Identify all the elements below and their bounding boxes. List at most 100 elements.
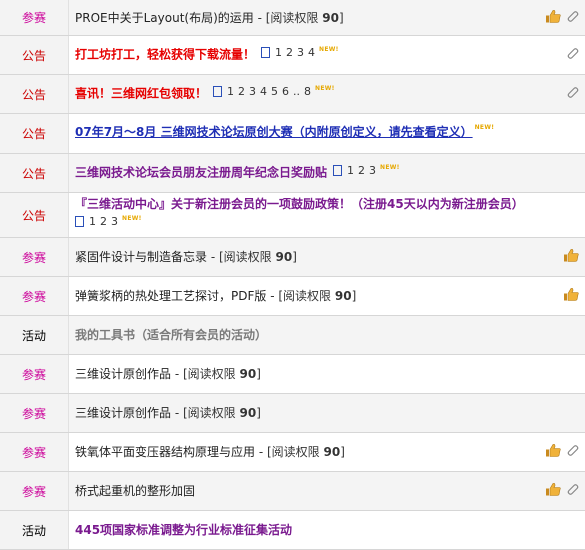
permission-label: - [阅读权限: [266, 289, 335, 303]
thread-category[interactable]: 参赛: [0, 238, 69, 276]
thread-title-cell: 445项国家标准调整为行业标准征集活动: [69, 511, 585, 549]
read-permission: - [阅读权限 90]: [171, 367, 261, 381]
page-link[interactable]: 1: [347, 162, 354, 180]
page-link[interactable]: 2: [100, 213, 107, 231]
thread-category[interactable]: 公告: [0, 193, 69, 237]
thread-row: 公告 『三维活动中心』关于新注册会员的一项鼓励政策！（注册45天以内为新注册会员）…: [0, 193, 585, 238]
page-link[interactable]: 2: [286, 44, 293, 62]
read-permission: - [阅读权限 90]: [255, 445, 345, 459]
permission-label: - [阅读权限: [171, 367, 240, 381]
thread-title-cell: 紧固件设计与制造备忘录 - [阅读权限 90]: [69, 238, 585, 276]
thread-title-link[interactable]: 铁氧体平面变压器结构原理与应用: [75, 445, 255, 459]
thread-category[interactable]: 参赛: [0, 394, 69, 432]
thread-title-cell: 我的工具书（适合所有会员的活动）: [69, 316, 585, 354]
thread-title-link[interactable]: 三维设计原创作品: [75, 406, 171, 420]
permission-label: - [阅读权限: [253, 10, 323, 25]
page-link[interactable]: 4: [260, 83, 267, 101]
page-link[interactable]: 1: [227, 83, 234, 101]
page-link[interactable]: 3: [249, 83, 256, 101]
thread-row: 活动 445项国家标准调整为行业标准征集活动: [0, 511, 585, 550]
thread-title-link[interactable]: 弹簧浆柄的热处理工艺探讨，PDF版: [75, 289, 266, 303]
thread-title-cell: PROE中关于Layout(布局)的运用 - [阅读权限 90]: [69, 0, 585, 35]
thread-title-link[interactable]: 紧固件设计与制造备忘录: [75, 250, 207, 264]
thread-row: 参赛 三维设计原创作品 - [阅读权限 90]: [0, 355, 585, 394]
page-link[interactable]: 2: [358, 162, 365, 180]
permission-value: 90: [322, 10, 339, 25]
thread-title-link[interactable]: 三维设计原创作品: [75, 367, 171, 381]
read-permission: - [阅读权限 90]: [207, 250, 297, 264]
permission-value: 90: [275, 250, 293, 264]
recommend-thumb-icon: [545, 443, 561, 461]
thread-title-cell: 三维设计原创作品 - [阅读权限 90]: [69, 394, 585, 432]
thread-icons: [563, 287, 579, 305]
thread-category[interactable]: 公告: [0, 114, 69, 153]
permission-value: 90: [334, 289, 352, 303]
thread-category[interactable]: 参赛: [0, 355, 69, 393]
thread-category[interactable]: 公告: [0, 75, 69, 113]
thread-title-cell: 打工坊打工，轻松获得下载流量！ 1 2 3 4 NEW!: [69, 36, 585, 74]
page-links: 123: [333, 162, 378, 180]
thread-row: 参赛 桥式起重机的整形加固: [0, 472, 585, 511]
page-link[interactable]: 1: [89, 213, 96, 231]
thread-title-link[interactable]: 445项国家标准调整为行业标准征集活动: [75, 523, 292, 537]
thread-category[interactable]: 参赛: [0, 277, 69, 315]
attachment-clip-icon: [565, 47, 579, 64]
thread-icons: [545, 9, 579, 26]
recommend-thumb-icon: [563, 287, 579, 305]
thread-title-link[interactable]: 打工坊打工，轻松获得下载流量！: [75, 47, 255, 61]
thread-title-cell: 铁氧体平面变压器结构原理与应用 - [阅读权限 90]: [69, 433, 585, 471]
page-link[interactable]: 6: [282, 83, 289, 101]
permission-bracket: ]: [340, 445, 345, 459]
page-link[interactable]: 2: [238, 83, 245, 101]
thread-category[interactable]: 活动: [0, 316, 69, 354]
permission-value: 90: [239, 367, 257, 381]
page-link[interactable]: ..: [293, 83, 300, 101]
thread-title-link[interactable]: 07年7月～8月 三维网技术论坛原创大赛（内附原创定义，请先查看定义）: [75, 125, 473, 139]
thread-category[interactable]: 公告: [0, 154, 69, 192]
attachment-clip-icon: [565, 444, 579, 461]
page-link[interactable]: 4: [308, 44, 315, 62]
thread-category[interactable]: 参赛: [0, 472, 69, 510]
multipage-icon: [333, 165, 343, 177]
thread-row: 公告 07年7月～8月 三维网技术论坛原创大赛（内附原创定义，请先查看定义） NEW…: [0, 114, 585, 154]
thread-row: 参赛 紧固件设计与制造备忘录 - [阅读权限 90]: [0, 238, 585, 277]
recommend-thumb-icon: [563, 248, 579, 266]
page-links: 123: [75, 213, 120, 231]
page-link[interactable]: 5: [271, 83, 278, 101]
page-link[interactable]: 3: [369, 162, 376, 180]
thread-title-link[interactable]: 三维网技术论坛会员朋友注册周年纪念日奖励贴: [75, 165, 327, 179]
thread-category[interactable]: 参赛: [0, 0, 69, 35]
thread-category[interactable]: 活动: [0, 511, 69, 549]
thread-row: 活动 我的工具书（适合所有会员的活动）: [0, 316, 585, 355]
thread-title-link[interactable]: 『三维活动中心』关于新注册会员的一项鼓励政策！（注册45天以内为新注册会员）: [75, 197, 524, 211]
page-links: 1 2 3 4 5 6.. 8: [213, 83, 313, 101]
attachment-clip-icon: [565, 9, 579, 26]
thread-title-link[interactable]: 喜讯！三维网红包领取！: [75, 86, 207, 100]
page-link[interactable]: 3: [297, 44, 304, 62]
thread-row: 参赛 铁氧体平面变压器结构原理与应用 - [阅读权限 90]: [0, 433, 585, 472]
page-link[interactable]: 1: [275, 44, 282, 62]
thread-category[interactable]: 公告: [0, 36, 69, 74]
page-links: 1234: [261, 44, 317, 62]
new-badge: NEW!: [474, 124, 495, 131]
thread-category[interactable]: 参赛: [0, 433, 69, 471]
thread-title-link[interactable]: PROE中关于Layout(布局)的运用: [75, 11, 254, 25]
thread-row: 参赛 弹簧浆柄的热处理工艺探讨，PDF版 - [阅读权限 90]: [0, 277, 585, 316]
read-permission: - [阅读权限 90]: [266, 289, 356, 303]
permission-bracket: ]: [338, 10, 344, 25]
thread-title-cell: 07年7月～8月 三维网技术论坛原创大赛（内附原创定义，请先查看定义） NEW!: [69, 114, 585, 153]
thread-title-cell: 『三维活动中心』关于新注册会员的一项鼓励政策！（注册45天以内为新注册会员） 1 2…: [69, 193, 585, 237]
thread-row: 公告 打工坊打工，轻松获得下载流量！ 1 2 3 4 NEW!: [0, 36, 585, 75]
new-badge: NEW!: [380, 164, 400, 172]
recommend-thumb-icon: [545, 482, 561, 500]
thread-title-link[interactable]: 我的工具书（适合所有会员的活动）: [75, 328, 267, 342]
multipage-icon: [261, 47, 271, 59]
page-link[interactable]: 3: [111, 213, 118, 231]
read-permission: - [阅读权限 90]: [171, 406, 261, 420]
permission-label: - [阅读权限: [171, 406, 240, 420]
thread-icons: [563, 248, 579, 266]
thread-title-link[interactable]: 桥式起重机的整形加固: [75, 484, 195, 498]
permission-bracket: ]: [292, 250, 297, 264]
page-link[interactable]: 8: [304, 83, 311, 101]
permission-label: - [阅读权限: [255, 445, 324, 459]
